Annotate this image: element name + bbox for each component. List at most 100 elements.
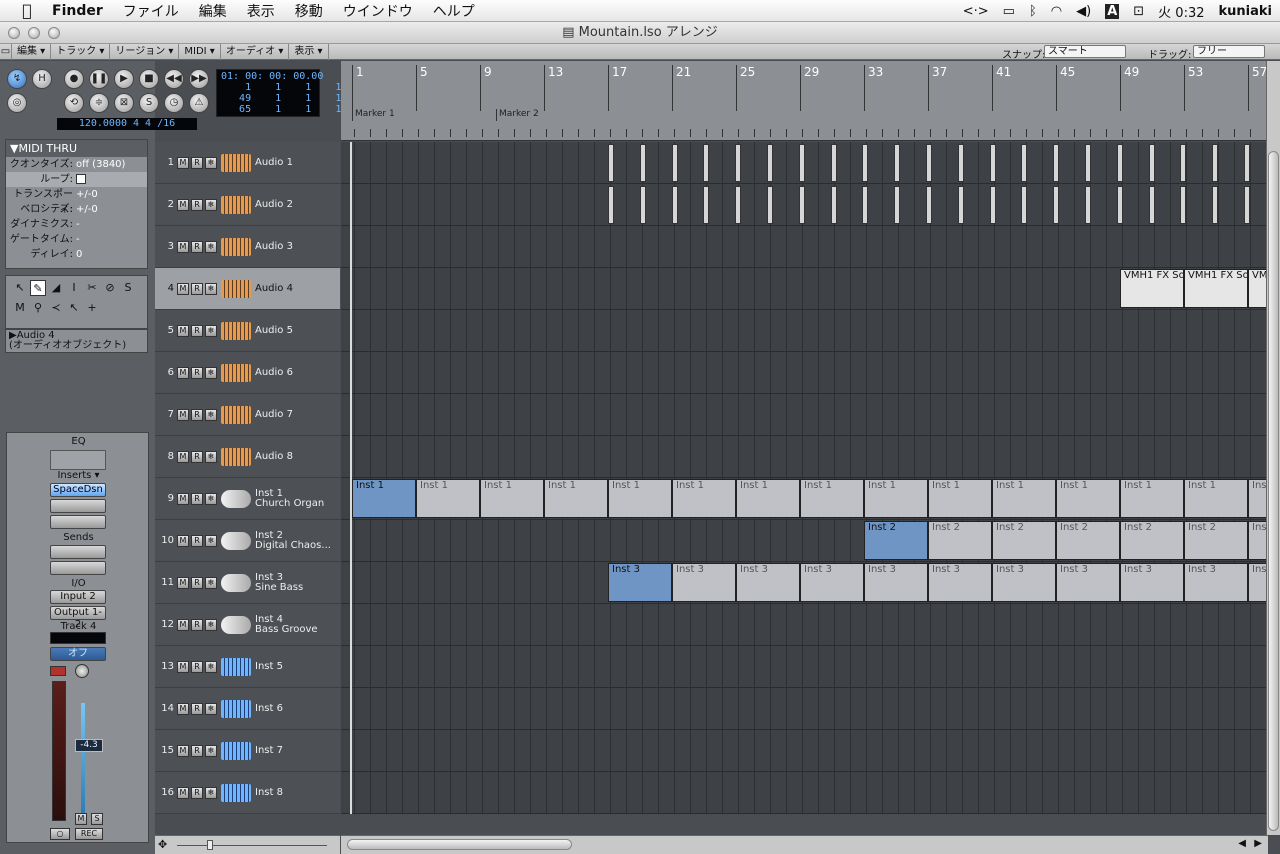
tuner-icon[interactable]: ⚠ — [189, 93, 209, 113]
freeze-button[interactable]: ❄ — [205, 324, 217, 337]
scissors-tool-icon[interactable]: ✂ — [84, 280, 100, 296]
volume-fader-track[interactable] — [81, 703, 85, 813]
midi-region[interactable]: Inst 1 — [736, 479, 800, 518]
menu-go[interactable]: 移動 — [285, 1, 333, 21]
midi-region[interactable]: Inst 1 — [416, 479, 480, 518]
input-menu[interactable]: A — [1105, 3, 1120, 19]
eraser-tool-icon[interactable]: ◢ — [48, 280, 64, 296]
midi-region[interactable]: Inst 2 — [1056, 521, 1120, 560]
bar-number[interactable]: 17 — [608, 65, 627, 111]
audio-region[interactable] — [1212, 144, 1219, 182]
mute-button[interactable]: M — [177, 324, 189, 337]
pencil-tool-icon[interactable]: ✎ — [30, 280, 46, 296]
track-header[interactable]: 6 M R ❄ Audio 6 — [155, 352, 340, 394]
group-slot[interactable] — [50, 632, 106, 644]
output-select[interactable]: Output 1-2 — [50, 606, 106, 630]
insert-slot-1[interactable]: SpaceDsn — [50, 483, 106, 497]
marker[interactable]: Marker 1 — [352, 109, 395, 121]
drag-select[interactable]: フリー — [1193, 45, 1265, 58]
audio-region[interactable] — [830, 144, 837, 182]
record-enable-button[interactable]: R — [191, 492, 203, 505]
record-enable-button[interactable]: R — [191, 366, 203, 379]
freeze-button[interactable]: ❄ — [205, 198, 217, 211]
marker[interactable]: Marker 2 — [496, 109, 539, 121]
audio-region[interactable] — [608, 144, 614, 182]
bar-number[interactable]: 9 — [480, 65, 492, 111]
insert-slot-3[interactable] — [50, 515, 106, 529]
midi-region[interactable]: Inst 2 — [1248, 521, 1268, 560]
play-button[interactable]: ▶ — [114, 69, 134, 89]
crossfade-tool-icon[interactable]: ≺ — [48, 300, 64, 316]
mute-button[interactable]: M — [177, 492, 189, 505]
midi-region[interactable]: Inst 1 — [544, 479, 608, 518]
snap-select[interactable]: スマート — [1044, 45, 1126, 58]
midi-region[interactable]: Inst 3 — [1120, 563, 1184, 602]
track-lane[interactable] — [341, 646, 1268, 688]
param-quantize[interactable]: クオンタイズ: off (3840) — [6, 157, 147, 172]
audio-region[interactable] — [1212, 186, 1219, 224]
audio-region[interactable] — [926, 186, 932, 224]
clock[interactable]: 火 0:32 — [1158, 2, 1204, 21]
midi-region[interactable]: Inst 3 — [992, 563, 1056, 602]
position-display[interactable]: 01: 00: 00: 00.00 1 1 1 1 49 1 1 1 65 1 … — [216, 69, 341, 117]
record-enable-button[interactable]: R — [191, 744, 203, 757]
local-menu-edit[interactable]: 編集 ▾ — [12, 43, 52, 60]
freeze-button[interactable]: ❄ — [205, 786, 217, 799]
midi-thru-title[interactable]: ▼MIDI THRU — [6, 140, 147, 157]
audio-region[interactable] — [1244, 144, 1250, 182]
loop-icon[interactable]: ⟲ — [64, 93, 84, 113]
audio-region[interactable] — [1053, 144, 1060, 182]
solo-icon[interactable]: H — [32, 69, 52, 89]
track-header[interactable]: 1 M R ❄ Audio 1 — [155, 142, 340, 184]
bluetooth-icon[interactable]: ᛒ — [1029, 4, 1037, 19]
record-enable-button[interactable]: R — [191, 660, 203, 673]
audio-region[interactable] — [671, 186, 678, 224]
track-header[interactable]: 7 M R ❄ Audio 7 — [155, 394, 340, 436]
freeze-button[interactable]: ❄ — [205, 156, 217, 169]
track-header[interactable]: 8 M R ❄ Audio 8 — [155, 436, 340, 478]
mute-button[interactable]: M — [177, 240, 189, 253]
vertical-scroll-thumb[interactable] — [1268, 151, 1279, 831]
track-header[interactable]: 11 M R ❄ Inst 3 Sine Bass — [155, 562, 340, 604]
midi-region[interactable]: Inst 3 — [1056, 563, 1120, 602]
audio-region[interactable] — [703, 144, 710, 182]
rewind-button[interactable]: ◀◀ — [164, 69, 184, 89]
midi-region[interactable]: Inst 1 — [672, 479, 736, 518]
audio-region[interactable] — [703, 186, 710, 224]
record-enable-button[interactable]: R — [191, 240, 203, 253]
mute-button[interactable]: M — [177, 576, 189, 589]
volume-icon[interactable]: ◀) — [1076, 4, 1091, 19]
audio-region[interactable] — [735, 144, 742, 182]
audio-region[interactable] — [1244, 186, 1250, 224]
audio-region[interactable] — [798, 186, 805, 224]
audio-region[interactable] — [862, 186, 869, 224]
audio-region[interactable] — [798, 144, 805, 182]
record-enable-button[interactable]: R — [191, 324, 203, 337]
glue-tool-icon[interactable]: ⊘ — [102, 280, 118, 296]
record-enable-button[interactable]: R — [191, 786, 203, 799]
freeze-button[interactable]: ❄ — [205, 450, 217, 463]
audio-region[interactable] — [1021, 186, 1028, 224]
zoom-slider-thumb[interactable] — [207, 840, 213, 850]
zoom-slider[interactable]: ✥ — [155, 835, 340, 854]
solo-tool-icon[interactable]: S — [120, 280, 136, 296]
mute-button[interactable]: M — [177, 156, 189, 169]
local-menu-audio[interactable]: オーディオ ▾ — [221, 43, 290, 60]
param-dynamics[interactable]: ダイナミクス: - — [6, 217, 147, 232]
audio-region[interactable] — [1053, 186, 1060, 224]
record-enable-button[interactable]: R — [191, 618, 203, 631]
freeze-button[interactable]: ❄ — [205, 240, 217, 253]
apple-menu-icon[interactable]:  — [12, 1, 42, 20]
freeze-button[interactable]: ❄ — [205, 366, 217, 379]
audio-region[interactable] — [1180, 144, 1187, 182]
audio-region[interactable] — [735, 186, 742, 224]
midi-region[interactable]: Inst 1 — [992, 479, 1056, 518]
metronome-icon[interactable]: ◎ — [7, 93, 27, 113]
stop-button[interactable]: ■ — [139, 69, 159, 89]
playhead[interactable] — [350, 142, 352, 814]
zoom-button[interactable] — [48, 27, 60, 39]
audio-region[interactable] — [767, 186, 773, 224]
replace-icon[interactable]: ≑ — [89, 93, 109, 113]
input-select[interactable]: Input 2 — [50, 590, 106, 604]
record-enable-button[interactable]: R — [191, 450, 203, 463]
